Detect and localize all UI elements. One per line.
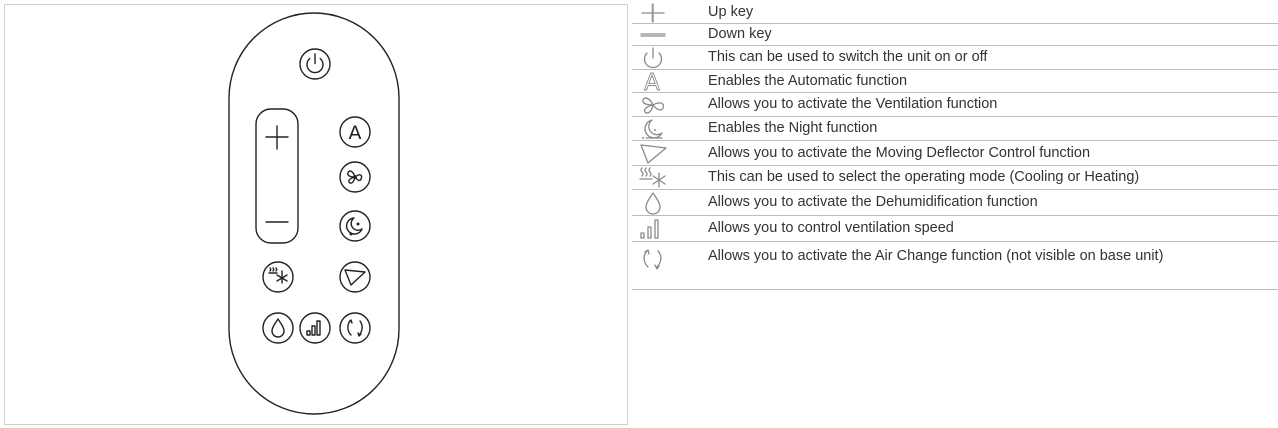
- legend-row-up: Up key: [632, 2, 1278, 24]
- legend-row-power: This can be used to switch the unit on o…: [632, 46, 1278, 70]
- speed-icon: [640, 218, 659, 239]
- power-icon: [643, 46, 663, 68]
- minus-icon: [640, 32, 666, 37]
- legend-table: Up key Down key This can be used to swit…: [632, 2, 1278, 290]
- legend-row-air-change: Allows you to activate the Air Change fu…: [632, 242, 1278, 290]
- legend-text: Up key: [708, 4, 754, 20]
- legend-text: Enables the Night function: [708, 120, 878, 136]
- legend-row-drop: Allows you to activate the Dehumidificat…: [632, 190, 1278, 216]
- night-button[interactable]: [339, 210, 371, 242]
- remote-control-diagram: A: [228, 12, 400, 415]
- legend-text: Allows you to activate the Moving Deflec…: [708, 144, 1091, 161]
- legend-row-speed: Allows you to control ventilation speed: [632, 216, 1278, 242]
- auto-button-glyph: A: [349, 122, 362, 144]
- fan-button[interactable]: [339, 161, 371, 193]
- remote-control-panel: A: [4, 4, 628, 425]
- mode-icon: [639, 166, 666, 188]
- speed-button[interactable]: [299, 312, 331, 344]
- legend-text: This can be used to select the operating…: [708, 169, 1140, 185]
- dehumidify-button[interactable]: [262, 312, 294, 344]
- deflector-icon: [640, 144, 667, 164]
- legend-text: Allows you to activate the Ventilation f…: [708, 96, 998, 112]
- plus-icon: [641, 2, 665, 23]
- legend-row-fan: Allows you to activate the Ventilation f…: [632, 93, 1278, 117]
- legend-text: Allows you to control ventilation speed: [708, 220, 954, 236]
- legend-text: Down key: [708, 26, 772, 42]
- up-down-key[interactable]: [255, 108, 299, 244]
- night-icon: [642, 118, 663, 139]
- legend-text: Allows you to activate the Air Change fu…: [708, 248, 1164, 264]
- legend-row-night: Enables the Night function: [632, 117, 1278, 141]
- mode-button[interactable]: [262, 261, 294, 293]
- fan-icon: [642, 96, 665, 114]
- drop-icon: [645, 191, 661, 215]
- legend-text: Enables the Automatic function: [708, 72, 908, 89]
- legend-text: This can be used to switch the unit on o…: [708, 49, 988, 65]
- legend-row-mode: This can be used to select the operating…: [632, 166, 1278, 190]
- legend-row-deflector: Allows you to activate the Moving Deflec…: [632, 141, 1278, 166]
- deflector-button[interactable]: [339, 261, 371, 293]
- legend-text: Allows you to activate the Dehumidificat…: [708, 194, 1038, 210]
- auto-icon: A: [644, 70, 661, 97]
- legend-row-auto: A Enables the Automatic function: [632, 70, 1278, 97]
- air-change-button[interactable]: [339, 312, 371, 344]
- power-button[interactable]: [299, 48, 331, 80]
- air-change-icon: [643, 249, 662, 270]
- up-key-icon: [265, 125, 289, 150]
- legend-row-down: Down key: [632, 24, 1278, 46]
